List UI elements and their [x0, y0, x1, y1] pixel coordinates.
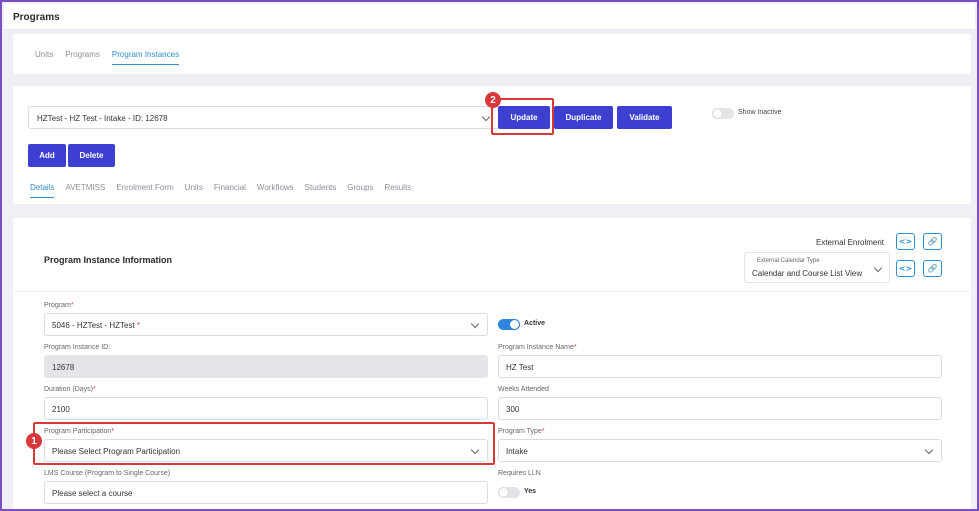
detail-tabs: Details AVETMISS Enrolment Form Units Fi… [30, 183, 411, 198]
program-instance-select-value: HZTest - HZ Test - Intake - ID: 12678 [37, 114, 168, 123]
instance-name-field[interactable]: HZ Test [498, 355, 942, 378]
code-icon[interactable]: <> [896, 233, 915, 250]
requires-lln-value: Yes [524, 488, 537, 495]
tab-students[interactable]: Students [305, 183, 337, 198]
tab-enrolment-form[interactable]: Enrolment Form [116, 183, 173, 198]
info-title: Program Instance Information [44, 255, 173, 265]
weeks-attended-field[interactable]: 300 [498, 397, 942, 420]
chevron-down-icon [873, 263, 883, 273]
chevron-down-icon [470, 319, 480, 329]
external-calendar-caption: External Calendar Type [757, 258, 820, 264]
active-toggle[interactable] [498, 319, 520, 330]
program-type-select[interactable]: Intake [498, 439, 942, 462]
tab-results[interactable]: Results [384, 183, 411, 198]
external-enrolment-label: External Enrolment [816, 238, 885, 247]
instance-controls-card: HZTest - HZ Test - Intake - ID: 12678 2 … [13, 86, 971, 204]
program-tabs: Units Programs Program Instances [35, 50, 180, 65]
external-calendar-value: Calendar and Course List View [752, 269, 863, 278]
instance-id-label: Program Instance ID: [44, 344, 111, 351]
lms-course-value: Please select a course [52, 489, 133, 498]
instance-id-field: 12678 [44, 355, 488, 378]
instance-name-value: HZ Test [506, 363, 534, 372]
tab-program-instances[interactable]: Program Instances [111, 50, 180, 65]
duplicate-button[interactable]: Duplicate [554, 106, 613, 129]
participation-label: Program Participation* [44, 428, 115, 435]
program-label: Program* [44, 302, 74, 309]
duration-value: 2100 [52, 405, 70, 414]
chevron-down-icon [924, 445, 934, 455]
duration-field[interactable]: 2100 [44, 397, 488, 420]
lms-course-label: LMS Course (Program to Single Course) [44, 470, 171, 477]
delete-button[interactable]: Delete [68, 144, 115, 167]
tab-financial[interactable]: Financial [214, 183, 246, 198]
add-button[interactable]: Add [28, 144, 66, 167]
active-label: Active [524, 320, 546, 327]
tab-workflows[interactable]: Workflows [257, 183, 294, 198]
tab-units[interactable]: Units [35, 50, 53, 65]
program-instance-select[interactable]: HZTest - HZ Test - Intake - ID: 12678 [28, 106, 499, 129]
toggle-knob [510, 320, 519, 329]
show-inactive-label: Show Inactive [738, 109, 782, 116]
app-window: Programs Units Programs Program Instance… [0, 0, 979, 511]
chevron-down-icon [481, 112, 491, 122]
link-icon[interactable]: 🔗 [923, 233, 942, 250]
tab-details[interactable]: Details [30, 183, 55, 198]
tab-groups[interactable]: Groups [347, 183, 373, 198]
requires-lln-label: Requires LLN [498, 470, 541, 477]
page-title: Programs [13, 12, 60, 23]
lms-course-field[interactable]: Please select a course [44, 481, 488, 504]
toggle-knob [713, 109, 722, 118]
duration-label: Duration (Days)* [44, 386, 96, 393]
weeks-attended-label: Weeks Attended [498, 386, 549, 393]
validate-button[interactable]: Validate [617, 106, 672, 129]
external-calendar-type-select[interactable]: External Calendar Type Calendar and Cour… [744, 252, 890, 283]
tab-avetmiss[interactable]: AVETMISS [65, 183, 105, 198]
update-button[interactable]: Update [498, 106, 550, 129]
instance-name-label: Program Instance Name* [498, 344, 577, 351]
tab-programs[interactable]: Programs [65, 50, 100, 65]
link-icon[interactable]: 🔗 [923, 260, 942, 277]
participation-value: Please Select Program Participation [52, 447, 181, 456]
program-instance-info-card: Program Instance Information External En… [13, 218, 971, 509]
instance-id-value: 12678 [52, 363, 75, 372]
step-badge-1: 1 [26, 433, 42, 449]
program-type-value: Intake [506, 447, 528, 456]
program-select-value: 5046 - HZTest - HZTest * [52, 321, 141, 330]
toggle-knob [499, 488, 508, 497]
program-select[interactable]: 5046 - HZTest - HZTest * [44, 313, 488, 336]
show-inactive-toggle[interactable] [712, 108, 734, 119]
chevron-down-icon [470, 445, 480, 455]
code-icon[interactable]: <> [896, 260, 915, 277]
top-bar: Programs [4, 4, 975, 30]
program-tabs-card: Units Programs Program Instances [13, 34, 971, 74]
requires-lln-toggle[interactable] [498, 487, 520, 498]
tab-units[interactable]: Units [185, 183, 203, 198]
program-participation-select[interactable]: Please Select Program Participation [44, 439, 488, 462]
program-type-label: Program Type* [498, 428, 545, 435]
info-card-header: Program Instance Information External En… [13, 218, 971, 292]
weeks-attended-value: 300 [506, 405, 520, 414]
